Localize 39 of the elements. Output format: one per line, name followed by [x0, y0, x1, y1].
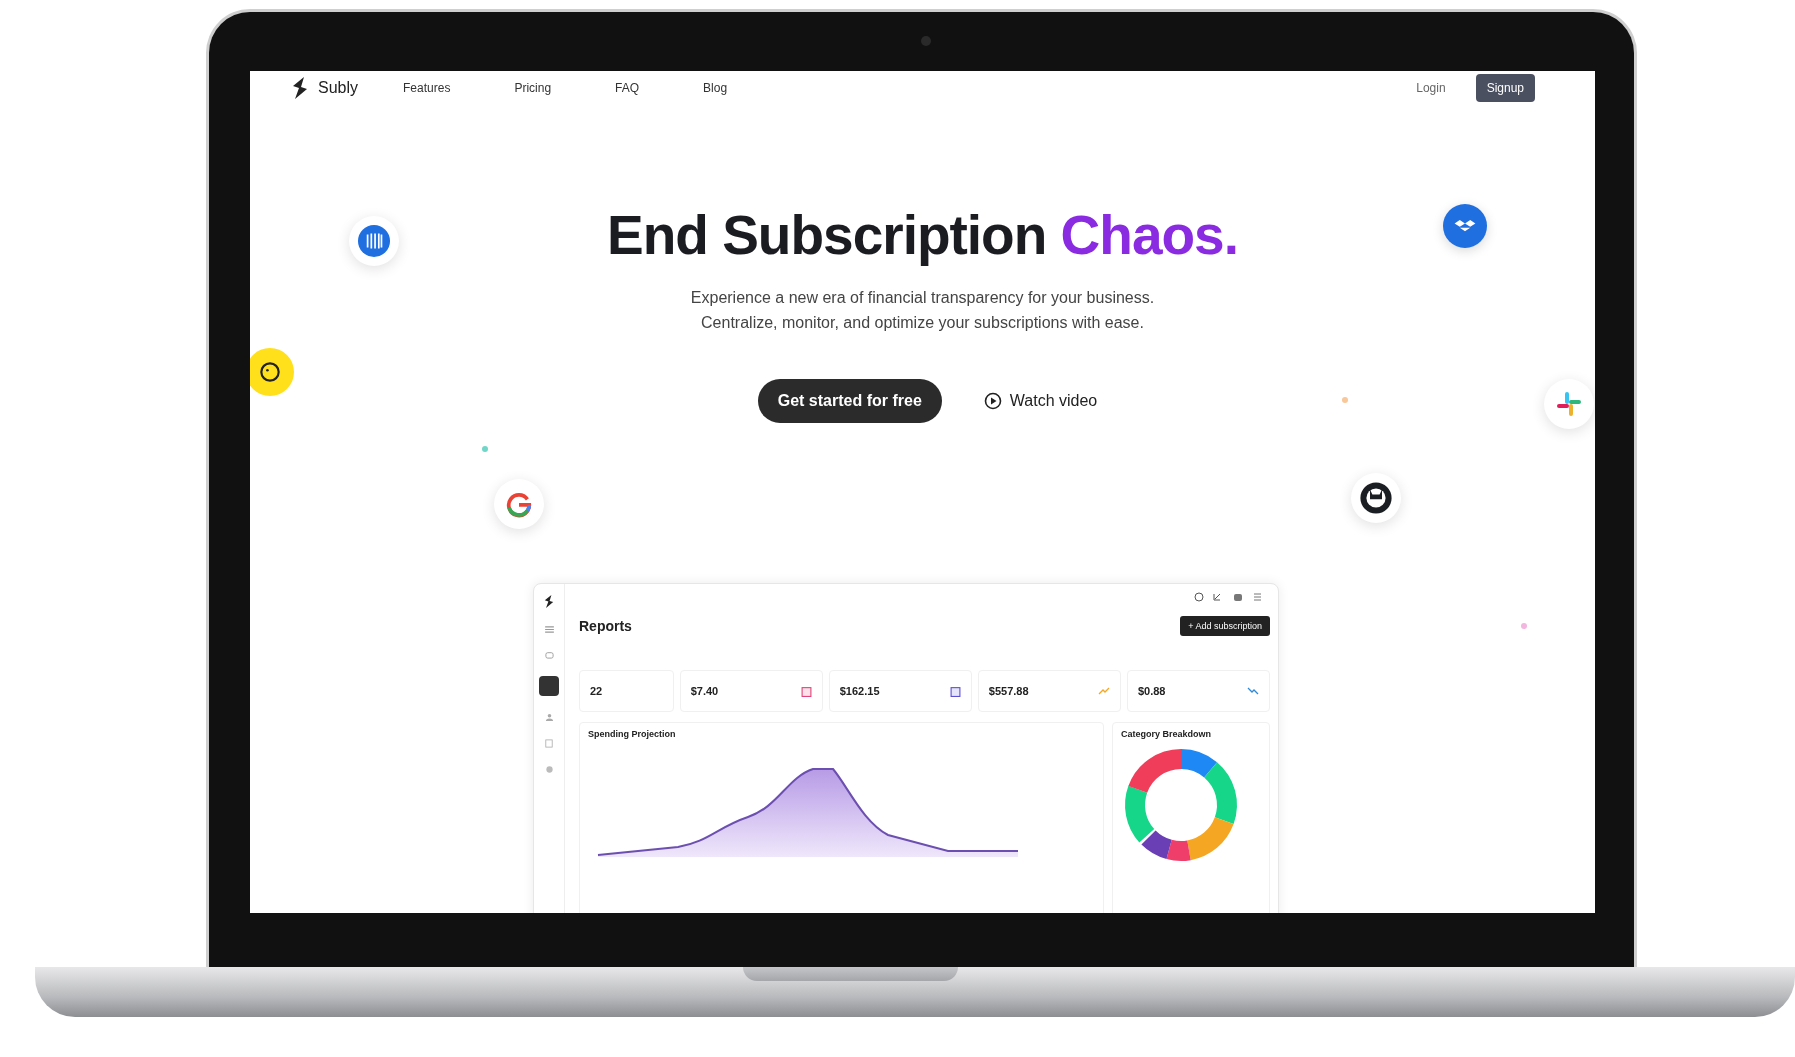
- stat-value: $557.88: [988, 685, 1029, 697]
- bolt-logo-icon: [543, 594, 555, 609]
- add-subscription-button[interactable]: + Add subscription: [1180, 616, 1270, 636]
- brand-name: Subly: [318, 79, 359, 97]
- get-started-button[interactable]: Get started for free: [757, 379, 942, 423]
- reports-nav-icon[interactable]: [539, 676, 559, 696]
- play-icon: [983, 392, 1002, 410]
- chart-title: Category Breakdown: [1121, 729, 1213, 739]
- trend-up-icon: [1097, 687, 1110, 695]
- document-icon: [545, 739, 553, 748]
- nav-link[interactable]: Pricing: [514, 81, 552, 95]
- card-icon: [949, 685, 961, 697]
- dot-icon: [1521, 623, 1527, 629]
- hero-subtitle: Centralize, monitor, and optimize your subscriptions with ease.: [701, 314, 1144, 332]
- reports-title: Reports: [579, 618, 632, 634]
- stat-value: 22: [590, 685, 603, 697]
- stat-value: $162.15: [839, 685, 880, 697]
- nav-link[interactable]: Blog: [703, 81, 728, 95]
- menu-icon: [544, 626, 554, 633]
- stat-value: $0.88: [1137, 685, 1166, 697]
- trend-down-icon: [1247, 687, 1260, 695]
- color-g-logo-icon: [494, 479, 544, 529]
- camera-icon: [921, 36, 931, 46]
- watch-video-link[interactable]: Watch video: [1009, 392, 1098, 410]
- chart-title: Spending Projection: [588, 729, 677, 739]
- dot-icon: [482, 446, 488, 452]
- dot-icon: [1342, 397, 1348, 403]
- stat-value: $7.40: [690, 685, 719, 697]
- box-logo-icon: [1443, 204, 1487, 248]
- nav-link[interactable]: FAQ: [615, 81, 640, 95]
- login-link[interactable]: Login: [1416, 81, 1446, 95]
- calendar-icon: [800, 685, 812, 697]
- hero-title: End Subscription Chaos.: [607, 203, 1238, 267]
- toolbar-icons-drawing: [1194, 592, 1264, 602]
- signup-button[interactable]: Signup: [1475, 74, 1535, 102]
- nav-link[interactable]: Features: [403, 81, 451, 95]
- lines-logo-icon: [349, 216, 399, 266]
- hero-subtitle: Experience a new era of financial transparency for your business.: [690, 289, 1155, 307]
- users-icon: [544, 713, 554, 722]
